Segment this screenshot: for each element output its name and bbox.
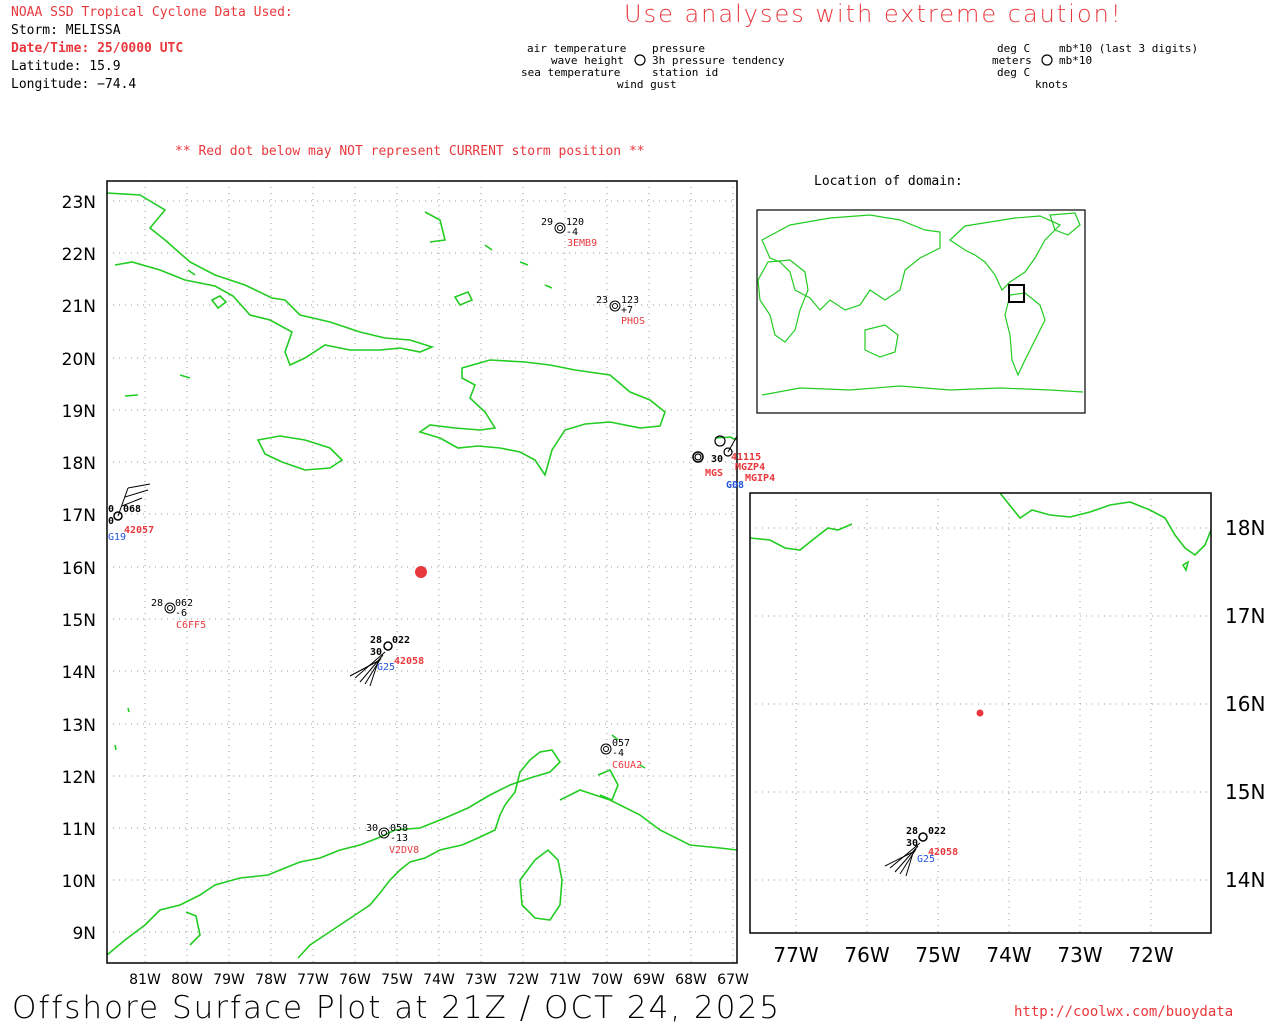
main-map-lat-labels: 23N 22N 21N 20N 19N 18N 17N 16N 15N 14N …	[62, 193, 96, 944]
lon-label: 81W	[129, 972, 161, 988]
inset-lat-labels: 18N 17N 16N 15N 14N	[1225, 516, 1265, 892]
station-cluster-puerto-rico: 30 41115 MGZP4 MGIP4 MGS G08	[692, 435, 775, 491]
station-air-temp: 28	[151, 598, 163, 609]
station-air-temp: 0	[108, 504, 114, 515]
station-id: 42058	[394, 656, 424, 667]
station-sea-temp: 30	[370, 647, 382, 658]
station-3emb9: 29 120 -4 3EMB9	[541, 217, 597, 249]
station-air-temp: 28	[906, 826, 918, 837]
station-id: V2DV8	[389, 845, 419, 856]
lat-label: 14N	[62, 663, 96, 683]
station-c6ua2: 057 -4 C6UA2	[600, 738, 642, 771]
station-phos: 23 123 +7 PHOS	[596, 295, 645, 327]
lat-label: 16N	[62, 559, 96, 579]
lon-label: 80W	[171, 972, 203, 988]
lat-label: 22N	[62, 245, 96, 265]
lon-label: 75W	[381, 972, 413, 988]
lon-label: 78W	[255, 972, 287, 988]
inset-lon-label: 72W	[1128, 943, 1173, 967]
station-pressure: 068	[123, 504, 141, 515]
lon-label: 70W	[591, 972, 623, 988]
lat-label: 17N	[62, 506, 96, 526]
lat-label: 9N	[72, 924, 96, 944]
lon-label: 69W	[633, 972, 665, 988]
inset-lat-label: 17N	[1225, 604, 1265, 628]
legend-station-circle	[634, 54, 646, 66]
station-tendency: -6	[175, 608, 187, 619]
inset-lat-label: 16N	[1225, 692, 1265, 716]
station-c6ff5: 28 062 -6 C6FF5	[151, 598, 206, 631]
world-locator-map	[756, 209, 1086, 414]
station-id: 3EMB9	[567, 238, 597, 249]
inset-storm-position-marker	[976, 709, 984, 717]
lat-label: 18N	[62, 454, 96, 474]
lon-label: 74W	[423, 972, 455, 988]
lat-label: 15N	[62, 611, 96, 631]
lat-label: 11N	[62, 820, 96, 840]
station-id: MGIP4	[745, 473, 775, 484]
station-id: MGS	[705, 468, 723, 479]
lat-label: 13N	[62, 716, 96, 736]
station-sea-temp: 0	[108, 516, 114, 527]
station-air-temp: 28	[370, 635, 382, 646]
inset-lon-label: 77W	[773, 943, 818, 967]
station-gust: G25	[917, 854, 935, 865]
station-air-temp: 23	[596, 295, 608, 306]
lat-label: 21N	[62, 297, 96, 317]
station-id: 42057	[124, 525, 154, 536]
site-url-link[interactable]: http://coolwx.com/buoydata	[1014, 1004, 1233, 1020]
station-sea-temp: 30	[906, 838, 918, 849]
inset-lon-label: 73W	[1057, 943, 1102, 967]
inset-lon-label: 75W	[915, 943, 960, 967]
station-air-temp: 30	[711, 454, 723, 465]
inset-lon-labels: 77W 76W 75W 74W 73W 72W	[773, 943, 1173, 967]
station-id: MGZP4	[735, 462, 765, 473]
station-air-temp: 30	[366, 823, 378, 834]
lon-label: 73W	[465, 972, 497, 988]
station-id: C6FF5	[176, 620, 206, 631]
station-tendency: -4	[566, 227, 578, 238]
inset-zoom-map: 18N 17N 16N 15N 14N 77W 76W 75W 74W 73W …	[749, 492, 1265, 967]
lon-label: 79W	[213, 972, 245, 988]
lon-label: 77W	[297, 972, 329, 988]
station-gust: G25	[377, 662, 395, 673]
lon-label: 76W	[339, 972, 371, 988]
inset-map-coastlines	[749, 492, 1212, 573]
inset-lon-label: 74W	[986, 943, 1031, 967]
lon-label: 68W	[675, 972, 707, 988]
lat-label: 20N	[62, 350, 96, 370]
inset-lon-label: 76W	[844, 943, 889, 967]
station-gust: G08	[726, 480, 744, 491]
map-canvas: 23N 22N 21N 20N 19N 18N 17N 16N 15N 14N …	[62, 54, 1265, 988]
lon-label: 72W	[507, 972, 539, 988]
lat-label: 23N	[62, 193, 96, 213]
main-map-lon-labels: 81W 80W 79W 78W 77W 76W 75W 74W 73W 72W …	[129, 972, 749, 988]
inset-station-42058: 28 022 30 42058 G25	[884, 826, 958, 877]
station-pressure: 022	[392, 635, 410, 646]
lat-label: 10N	[62, 872, 96, 892]
station-gust: G19	[108, 532, 126, 543]
station-tendency: +7	[621, 305, 633, 316]
station-pressure: 022	[928, 826, 946, 837]
inset-lat-label: 14N	[1225, 868, 1265, 892]
lat-label: 19N	[62, 402, 96, 422]
station-id: PHOS	[621, 316, 645, 327]
lat-label: 12N	[62, 768, 96, 788]
legend-unit-circle	[1041, 54, 1053, 66]
plot-title: Offshore Surface Plot at 21Z / OCT 24, 2…	[12, 990, 781, 1026]
inset-lat-label: 18N	[1225, 516, 1265, 540]
storm-position-marker	[415, 566, 427, 578]
station-42058: 28 022 30 42058 G25	[349, 635, 424, 687]
lon-label: 67W	[717, 972, 749, 988]
station-air-temp: 29	[541, 217, 553, 228]
station-tendency: -4	[612, 748, 624, 759]
inset-lat-label: 15N	[1225, 780, 1265, 804]
main-map: 23N 22N 21N 20N 19N 18N 17N 16N 15N 14N …	[62, 180, 775, 988]
station-id: C6UA2	[612, 760, 642, 771]
station-tendency: -13	[390, 833, 408, 844]
lon-label: 71W	[549, 972, 581, 988]
station-42057: 068 0 0 42057 G19	[108, 483, 154, 543]
